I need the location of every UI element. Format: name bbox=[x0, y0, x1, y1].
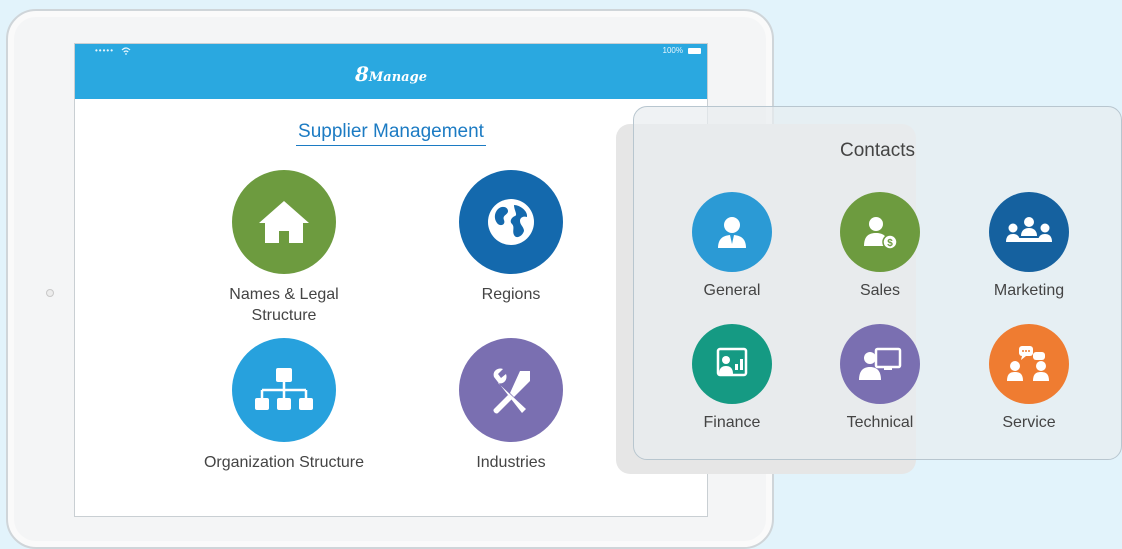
chat-people-icon[interactable] bbox=[989, 324, 1069, 404]
supplier-management-link[interactable]: Supplier Management bbox=[296, 121, 486, 146]
contact-technical[interactable]: Technical bbox=[825, 324, 935, 432]
app-logo: 8Manage bbox=[75, 62, 707, 86]
app-header: 8Manage bbox=[75, 58, 707, 99]
contact-label: Technical bbox=[846, 414, 914, 431]
org-chart-icon[interactable] bbox=[232, 338, 336, 442]
contact-general[interactable]: General bbox=[677, 192, 787, 300]
tablet-camera bbox=[46, 289, 54, 297]
contact-sales[interactable]: $ Sales bbox=[825, 192, 935, 300]
tile-names-legal-structure[interactable]: Names & Legal Structure bbox=[219, 170, 349, 326]
tile-label: Regions bbox=[481, 286, 541, 303]
meeting-icon[interactable] bbox=[989, 192, 1069, 272]
contact-marketing[interactable]: Marketing bbox=[974, 192, 1084, 300]
wifi-icon bbox=[121, 47, 131, 55]
logo-text: Manage bbox=[368, 70, 427, 85]
computer-user-icon[interactable] bbox=[840, 324, 920, 404]
contact-label: Service bbox=[1002, 414, 1056, 431]
svg-text:$: $ bbox=[887, 238, 893, 249]
tile-regions[interactable]: Regions bbox=[446, 170, 576, 305]
presentation-icon[interactable] bbox=[692, 324, 772, 404]
status-bar: ••••• 100% bbox=[75, 44, 707, 58]
tile-label: Industries bbox=[476, 454, 546, 471]
tile-label: Names & Legal Structure bbox=[229, 286, 339, 324]
logo-number: 8 bbox=[355, 62, 369, 86]
page-title[interactable]: Supplier Management bbox=[75, 121, 707, 146]
house-icon[interactable] bbox=[232, 170, 336, 274]
contact-service[interactable]: Service bbox=[974, 324, 1084, 432]
globe-icon[interactable] bbox=[459, 170, 563, 274]
battery-icon bbox=[688, 48, 701, 54]
contact-label: Finance bbox=[703, 414, 761, 431]
contact-label: Marketing bbox=[993, 282, 1065, 299]
person-icon[interactable] bbox=[692, 192, 772, 272]
tile-label: Organization Structure bbox=[203, 454, 365, 471]
battery-percent: 100% bbox=[662, 46, 683, 55]
tools-icon[interactable] bbox=[459, 338, 563, 442]
salesperson-icon[interactable]: $ bbox=[840, 192, 920, 272]
signal-indicator: ••••• bbox=[95, 46, 115, 55]
contacts-title: Contacts bbox=[840, 140, 915, 161]
tile-industries[interactable]: Industries bbox=[446, 338, 576, 473]
contact-finance[interactable]: Finance bbox=[677, 324, 787, 432]
contact-label: General bbox=[703, 282, 761, 299]
contact-label: Sales bbox=[859, 282, 901, 299]
contacts-panel: Contacts General $ Sales Marketing Finan… bbox=[633, 106, 1122, 460]
tile-organization-structure[interactable]: Organization Structure bbox=[189, 338, 379, 473]
tablet-screen: ••••• 100% 8Manage Supplier Management N… bbox=[74, 43, 708, 517]
